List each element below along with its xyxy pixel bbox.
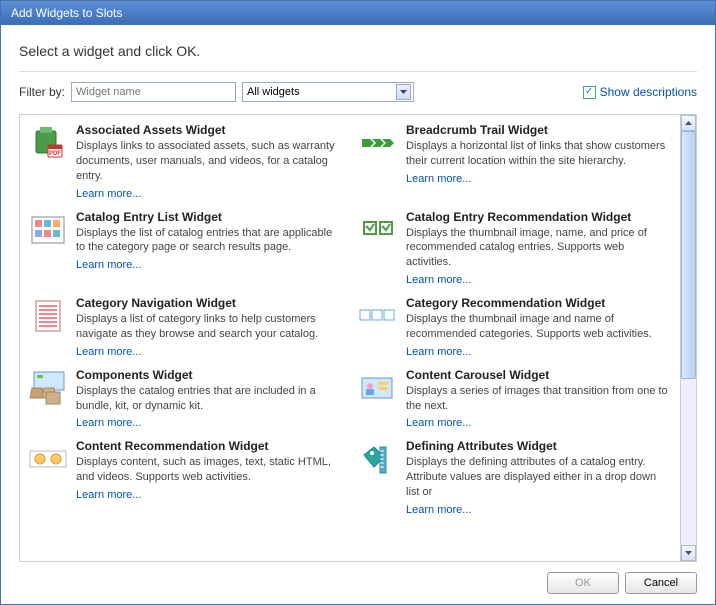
widget-description: Displays the thumbnail image and name of… (406, 312, 672, 342)
widget-text: Associated Assets Widget Displays links t… (76, 123, 342, 200)
widget-title: Defining Attributes Widget (406, 439, 672, 453)
widget-text: Category Recommendation Widget Displays t… (406, 296, 672, 358)
widget-item[interactable]: Components Widget Displays the catalog en… (24, 366, 346, 432)
ok-button[interactable]: OK (547, 572, 619, 594)
widget-description: Displays the list of catalog entries tha… (76, 226, 342, 256)
dialog-content: Select a widget and click OK. Filter by:… (1, 25, 715, 604)
scroll-thumb[interactable] (681, 131, 696, 379)
learn-more-link[interactable]: Learn more... (76, 346, 342, 358)
widget-title: Catalog Entry Recommendation Widget (406, 210, 672, 224)
widget-title: Breadcrumb Trail Widget (406, 123, 672, 137)
scroll-down-button[interactable] (681, 545, 696, 561)
widget-description: Displays the defining attributes of a ca… (406, 455, 672, 500)
scroll-track[interactable] (681, 131, 696, 545)
filter-select[interactable]: All widgets (242, 82, 414, 102)
learn-more-link[interactable]: Learn more... (406, 504, 672, 516)
widget-description: Displays links to associated assets, suc… (76, 139, 342, 184)
learn-more-link[interactable]: Learn more... (76, 417, 342, 429)
checkbox-icon: ✓ (583, 86, 596, 99)
cancel-button[interactable]: Cancel (625, 572, 697, 594)
dialog-title: Add Widgets to Slots (11, 6, 122, 20)
widget-item[interactable]: Defining Attributes Widget Displays the d… (354, 437, 676, 518)
boxes-3d-icon (28, 368, 68, 408)
show-descriptions-label: Show descriptions (600, 85, 697, 99)
dialog-titlebar: Add Widgets to Slots (1, 1, 715, 25)
widget-title: Content Carousel Widget (406, 368, 672, 382)
widget-text: Catalog Entry Recommendation Widget Displ… (406, 210, 672, 287)
widget-text: Components Widget Displays the catalog en… (76, 368, 342, 430)
scroll-up-button[interactable] (681, 115, 696, 131)
widget-item[interactable]: Breadcrumb Trail Widget Displays a horizo… (354, 121, 676, 202)
widget-title: Content Recommendation Widget (76, 439, 342, 453)
three-boxes-h-icon (358, 296, 398, 336)
widget-text: Breadcrumb Trail Widget Displays a horizo… (406, 123, 672, 200)
filter-input[interactable] (71, 82, 236, 102)
learn-more-link[interactable]: Learn more... (76, 259, 342, 271)
two-circles-icon (28, 439, 68, 479)
widget-title: Category Navigation Widget (76, 296, 342, 310)
widget-title: Associated Assets Widget (76, 123, 342, 137)
widget-description: Displays a horizontal list of links that… (406, 139, 672, 169)
widget-text: Content Recommendation Widget Displays co… (76, 439, 342, 516)
widget-text: Content Carousel Widget Displays a series… (406, 368, 672, 430)
learn-more-link[interactable]: Learn more... (406, 173, 672, 185)
list-lines-icon (28, 296, 68, 336)
learn-more-link[interactable]: Learn more... (76, 188, 342, 200)
instruction-text: Select a widget and click OK. (19, 43, 697, 59)
widget-item[interactable]: Category Recommendation Widget Displays t… (354, 294, 676, 360)
widget-description: Displays a series of images that transit… (406, 384, 672, 414)
widget-text: Category Navigation Widget Displays a lis… (76, 296, 342, 358)
widget-list: PDF Associated Assets Widget Displays link… (20, 115, 680, 561)
svg-text:PDF: PDF (49, 151, 61, 157)
widget-description: Displays the thumbnail image, name, and … (406, 226, 672, 271)
user-slides-icon (358, 368, 398, 408)
bag-pdf-icon: PDF (28, 123, 68, 163)
learn-more-link[interactable]: Learn more... (406, 346, 672, 358)
two-boxes-icon (358, 210, 398, 250)
learn-more-link[interactable]: Learn more... (76, 489, 342, 501)
learn-more-link[interactable]: Learn more... (406, 417, 672, 429)
show-descriptions-toggle[interactable]: ✓ Show descriptions (583, 85, 697, 99)
filter-label: Filter by: (19, 85, 65, 99)
filter-row: Filter by: All widgets ✓ Show descriptio… (19, 82, 697, 102)
widget-item[interactable]: PDF Associated Assets Widget Displays link… (24, 121, 346, 202)
widget-area: PDF Associated Assets Widget Displays link… (19, 114, 697, 562)
button-row: OK Cancel (19, 562, 697, 594)
widget-title: Catalog Entry List Widget (76, 210, 342, 224)
learn-more-link[interactable]: Learn more... (406, 274, 672, 286)
tag-ruler-icon (358, 439, 398, 479)
widget-description: Displays content, such as images, text, … (76, 455, 342, 485)
scrollbar[interactable] (680, 115, 696, 561)
widget-text: Catalog Entry List Widget Displays the li… (76, 210, 342, 287)
arrows-icon (358, 123, 398, 163)
grid-boxes-icon (28, 210, 68, 250)
filter-select-value: All widgets (247, 86, 300, 98)
dialog-window: Add Widgets to Slots Select a widget and… (0, 0, 716, 605)
dropdown-arrow-icon (396, 84, 411, 100)
widget-description: Displays a list of category links to hel… (76, 312, 342, 342)
widget-title: Category Recommendation Widget (406, 296, 672, 310)
widget-item[interactable]: Content Recommendation Widget Displays co… (24, 437, 346, 518)
widget-description: Displays the catalog entries that are in… (76, 384, 342, 414)
widget-item[interactable]: Catalog Entry Recommendation Widget Displ… (354, 208, 676, 289)
widget-title: Components Widget (76, 368, 342, 382)
widget-item[interactable]: Content Carousel Widget Displays a series… (354, 366, 676, 432)
widget-text: Defining Attributes Widget Displays the d… (406, 439, 672, 516)
widget-item[interactable]: Catalog Entry List Widget Displays the li… (24, 208, 346, 289)
widget-item[interactable]: Category Navigation Widget Displays a lis… (24, 294, 346, 360)
divider (19, 71, 697, 72)
